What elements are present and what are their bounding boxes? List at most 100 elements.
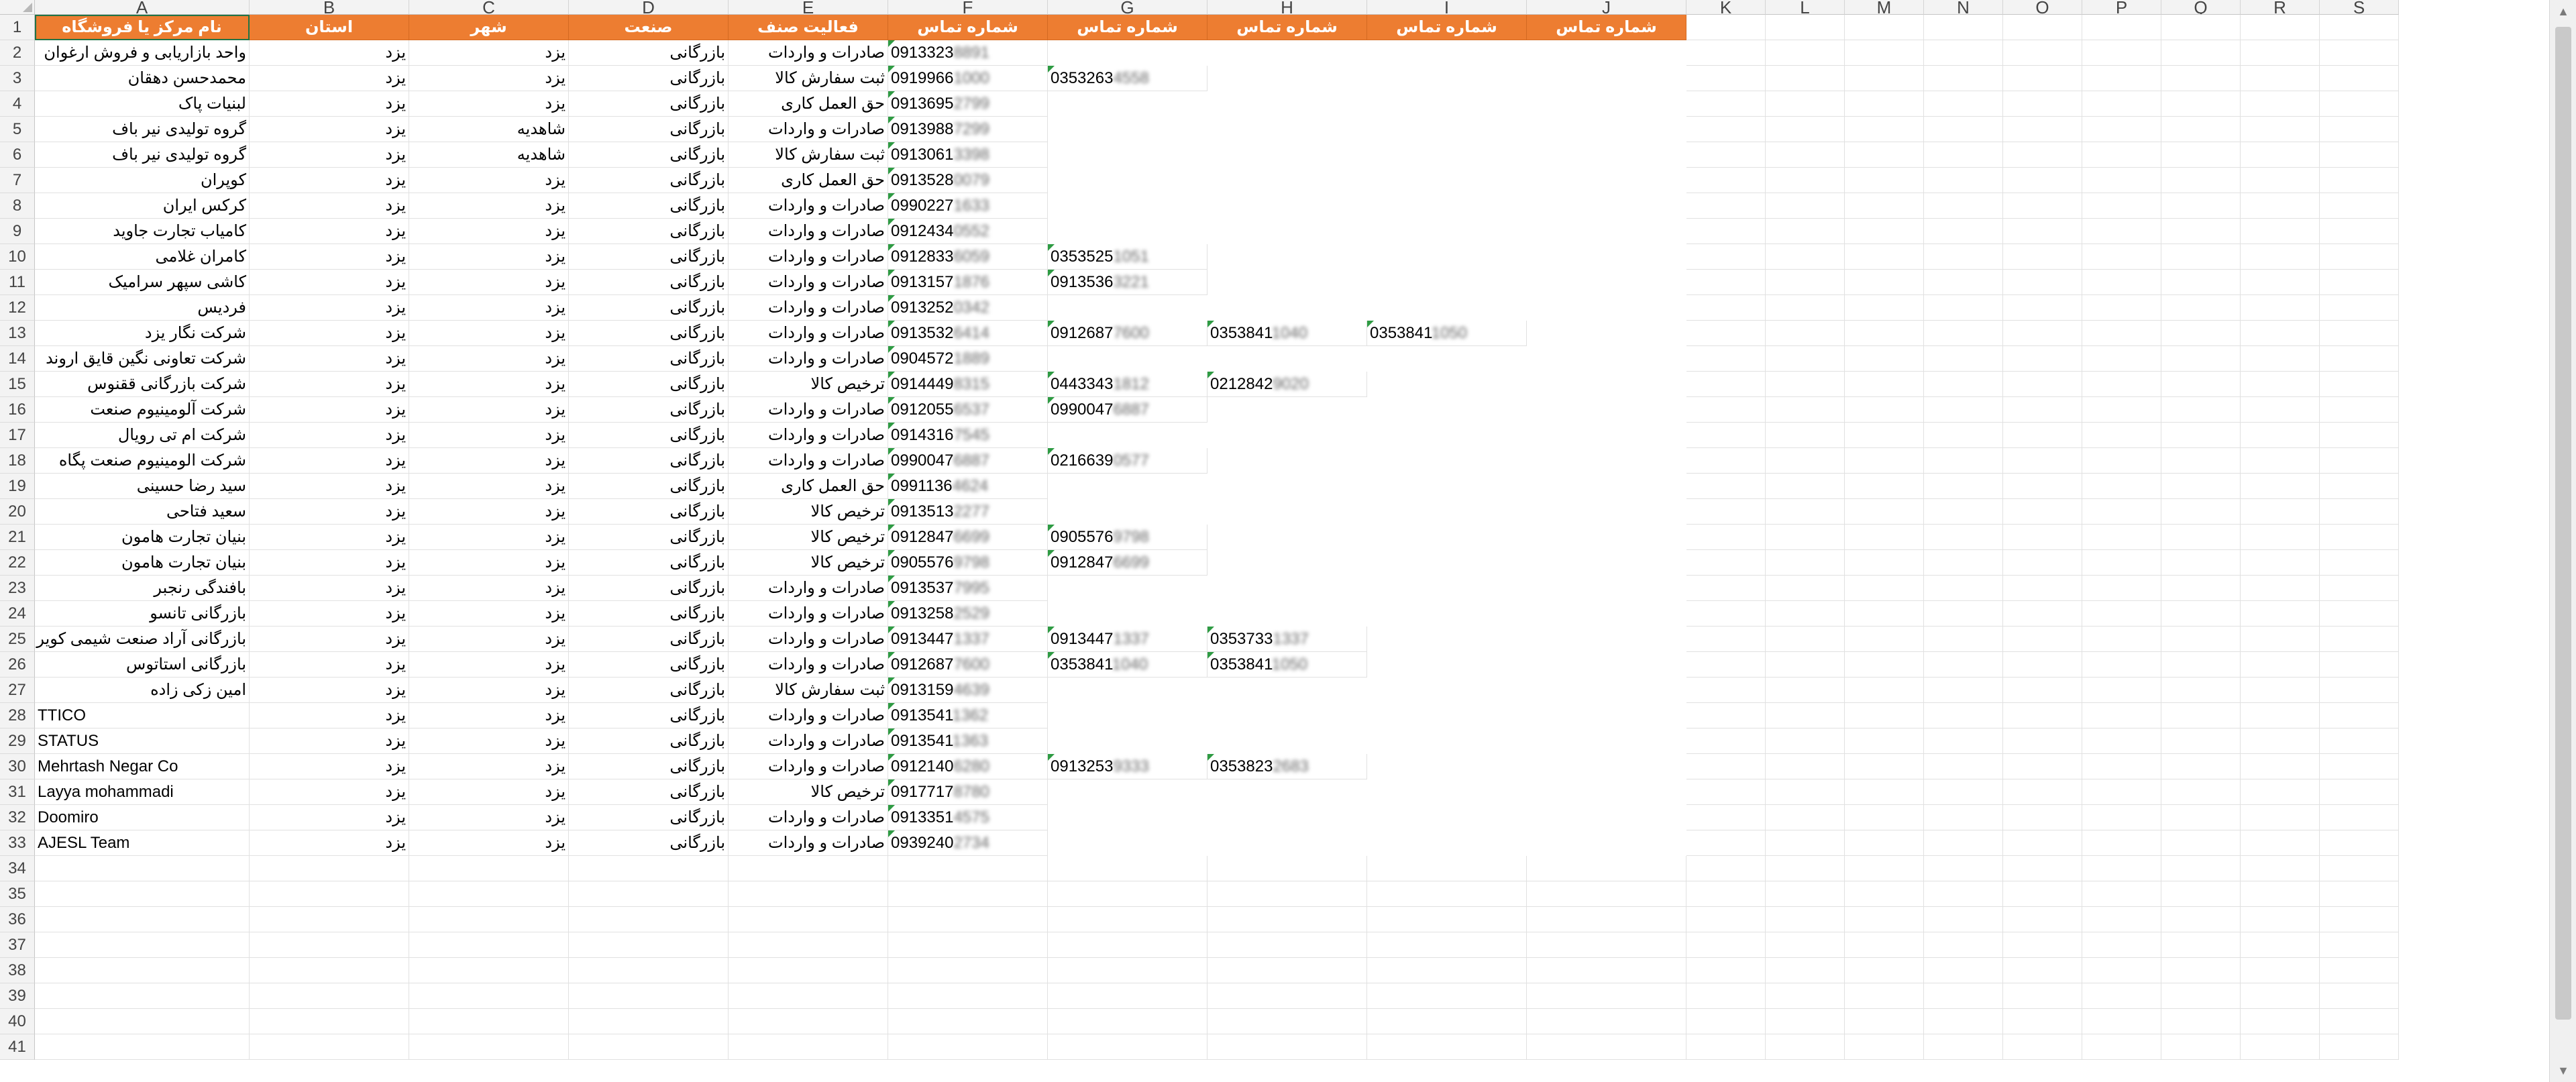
- table-cell[interactable]: یزد: [409, 652, 569, 678]
- table-cell[interactable]: بازرگانی استاتوس: [35, 652, 250, 678]
- empty-cell[interactable]: [569, 856, 729, 881]
- column-header-s[interactable]: S: [2320, 0, 2399, 15]
- empty-cell[interactable]: [1686, 397, 1766, 423]
- empty-cell[interactable]: [1048, 932, 1208, 958]
- number-stored-as-text-flag[interactable]: [1048, 66, 1055, 72]
- empty-cell[interactable]: [1924, 525, 2003, 550]
- number-stored-as-text-flag[interactable]: [1048, 270, 1055, 276]
- phone-cell[interactable]: 09126877600: [1048, 321, 1208, 346]
- empty-cell[interactable]: [1766, 1009, 1845, 1034]
- empty-cell[interactable]: [2082, 168, 2161, 193]
- empty-cell[interactable]: [2241, 627, 2320, 652]
- empty-cell[interactable]: [250, 907, 409, 932]
- table-cell[interactable]: صادرات و واردات: [729, 627, 888, 652]
- table-cell[interactable]: بازرگانی: [569, 499, 729, 525]
- empty-cell[interactable]: [1766, 397, 1845, 423]
- empty-cell[interactable]: [2003, 372, 2082, 397]
- empty-cell[interactable]: [1686, 703, 1766, 728]
- table-cell[interactable]: صادرات و واردات: [729, 652, 888, 678]
- number-stored-as-text-flag[interactable]: [888, 627, 895, 633]
- column-header-j[interactable]: J: [1527, 0, 1686, 15]
- empty-cell[interactable]: [2003, 91, 2082, 117]
- number-stored-as-text-flag[interactable]: [888, 91, 895, 98]
- empty-cell[interactable]: [1845, 270, 1924, 295]
- empty-cell[interactable]: [569, 881, 729, 907]
- table-cell[interactable]: یزد: [409, 168, 569, 193]
- empty-cell[interactable]: [2320, 219, 2399, 244]
- empty-cell[interactable]: [2082, 881, 2161, 907]
- empty-cell[interactable]: [2161, 1009, 2241, 1034]
- empty-cell[interactable]: [1527, 932, 1686, 958]
- empty-cell[interactable]: [1924, 907, 2003, 932]
- table-cell[interactable]: سید رضا حسینی: [35, 474, 250, 499]
- empty-cell[interactable]: [1686, 295, 1766, 321]
- empty-cell[interactable]: [2003, 576, 2082, 601]
- empty-cell[interactable]: [1686, 601, 1766, 627]
- empty-cell[interactable]: [2082, 1009, 2161, 1034]
- table-cell[interactable]: بازرگانی: [569, 397, 729, 423]
- empty-cell[interactable]: [2003, 678, 2082, 703]
- empty-cell[interactable]: [1845, 779, 1924, 805]
- empty-cell[interactable]: [1766, 448, 1845, 474]
- table-cell[interactable]: یزد: [250, 117, 409, 142]
- empty-cell[interactable]: [2003, 728, 2082, 754]
- empty-cell[interactable]: [2320, 525, 2399, 550]
- empty-cell[interactable]: [2161, 779, 2241, 805]
- empty-cell[interactable]: [1845, 907, 1924, 932]
- table-cell[interactable]: بازرگانی: [569, 346, 729, 372]
- empty-cell[interactable]: [2003, 244, 2082, 270]
- empty-cell[interactable]: [1686, 117, 1766, 142]
- empty-cell[interactable]: [1367, 983, 1527, 1009]
- empty-cell[interactable]: [1367, 1009, 1527, 1034]
- column-header-q[interactable]: Q: [2161, 0, 2241, 15]
- empty-cell[interactable]: [1845, 193, 1924, 219]
- table-cell[interactable]: یزد: [250, 321, 409, 346]
- phone-cell[interactable]: 09900476887: [888, 448, 1048, 474]
- number-stored-as-text-flag[interactable]: [888, 66, 895, 72]
- number-stored-as-text-flag[interactable]: [888, 499, 895, 506]
- empty-cell[interactable]: [2161, 219, 2241, 244]
- table-cell[interactable]: یزد: [250, 830, 409, 856]
- empty-cell[interactable]: [1924, 805, 2003, 830]
- number-stored-as-text-flag[interactable]: [1048, 754, 1055, 761]
- empty-cell[interactable]: [1208, 983, 1367, 1009]
- number-stored-as-text-flag[interactable]: [1048, 397, 1055, 404]
- empty-cell[interactable]: [2003, 805, 2082, 830]
- empty-cell[interactable]: [2003, 830, 2082, 856]
- empty-cell[interactable]: [2161, 372, 2241, 397]
- empty-cell[interactable]: [888, 983, 1048, 1009]
- table-cell[interactable]: یزد: [250, 678, 409, 703]
- number-stored-as-text-flag[interactable]: [1208, 754, 1214, 761]
- empty-cell[interactable]: [1845, 576, 1924, 601]
- row-header-3[interactable]: 3: [0, 66, 35, 91]
- empty-cell[interactable]: [569, 958, 729, 983]
- empty-cell[interactable]: [1845, 244, 1924, 270]
- empty-cell[interactable]: [1845, 66, 1924, 91]
- number-stored-as-text-flag[interactable]: [1048, 321, 1055, 327]
- empty-cell[interactable]: [1924, 779, 2003, 805]
- empty-cell[interactable]: [1766, 856, 1845, 881]
- row-header-13[interactable]: 13: [0, 321, 35, 346]
- empty-cell[interactable]: [2003, 1009, 2082, 1034]
- table-cell[interactable]: صادرات و واردات: [729, 728, 888, 754]
- empty-cell[interactable]: [2003, 15, 2082, 40]
- empty-cell[interactable]: [2241, 423, 2320, 448]
- empty-cell[interactable]: [2161, 499, 2241, 525]
- table-cell[interactable]: بازرگانی: [569, 295, 729, 321]
- table-cell[interactable]: یزد: [409, 805, 569, 830]
- empty-cell[interactable]: [729, 1009, 888, 1034]
- empty-cell[interactable]: [1766, 142, 1845, 168]
- table-cell[interactable]: بازرگانی: [569, 321, 729, 346]
- empty-cell[interactable]: [1766, 270, 1845, 295]
- empty-cell[interactable]: [409, 1034, 569, 1060]
- empty-cell[interactable]: [2161, 270, 2241, 295]
- empty-cell[interactable]: [1686, 1009, 1766, 1034]
- empty-cell[interactable]: [2241, 1009, 2320, 1034]
- empty-cell[interactable]: [2003, 627, 2082, 652]
- empty-cell[interactable]: [2161, 652, 2241, 678]
- empty-cell[interactable]: [1924, 499, 2003, 525]
- table-cell[interactable]: یزد: [409, 244, 569, 270]
- empty-cell[interactable]: [2320, 40, 2399, 66]
- empty-cell[interactable]: [1686, 881, 1766, 907]
- table-cell[interactable]: صادرات و واردات: [729, 423, 888, 448]
